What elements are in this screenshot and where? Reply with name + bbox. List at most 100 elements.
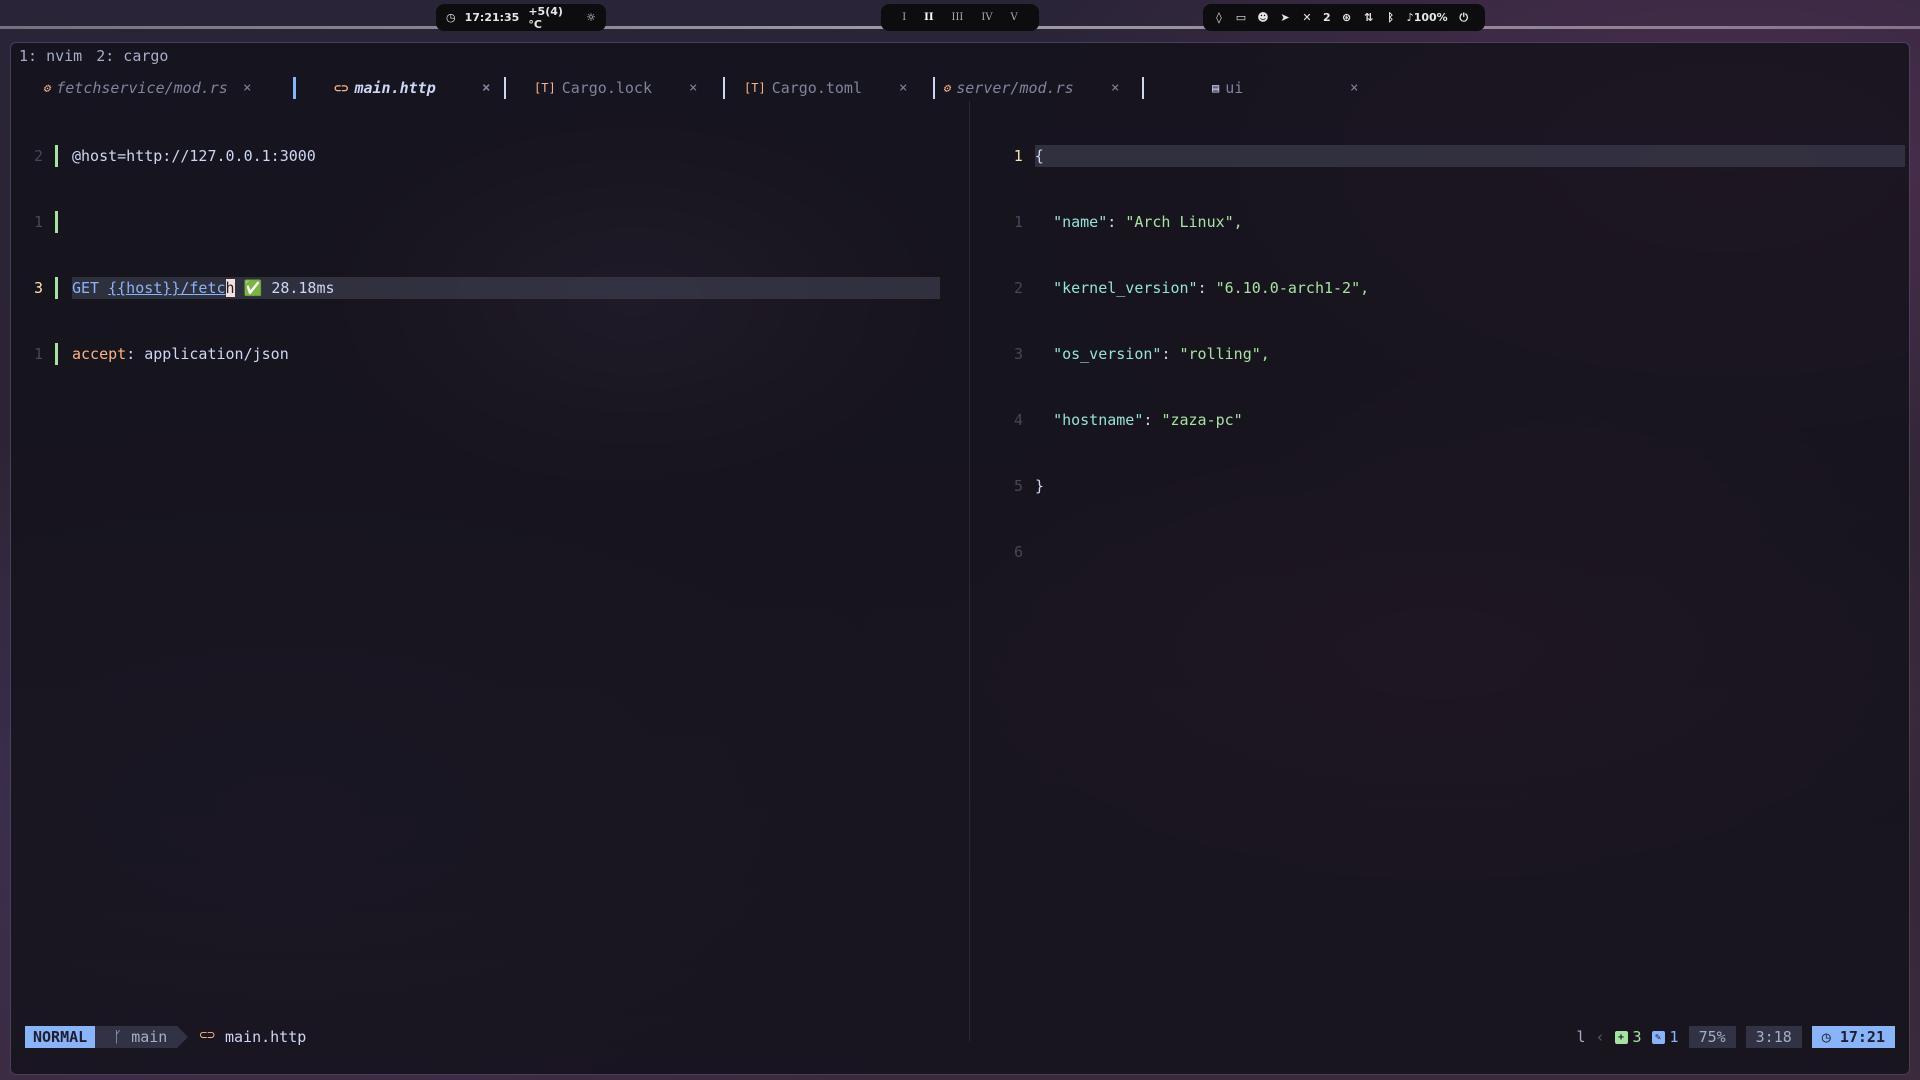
clock-icon: ◷ xyxy=(1821,1028,1840,1046)
json-field: "name": "Arch Linux", xyxy=(1053,213,1243,231)
file-icon: ▤ xyxy=(1212,81,1220,95)
clock-icon: ◷ xyxy=(446,11,456,24)
statusline-clock: ◷ 17:21 xyxy=(1811,1026,1895,1048)
link-icon: ⊂⊃ xyxy=(199,1028,215,1043)
request-line[interactable]: GET {{host}}/fetch ✅ 28.18ms xyxy=(72,277,940,299)
code-line: 2 "kernel_version": "6.10.0-arch1-2", xyxy=(1001,277,1905,299)
json-field: "os_version": "rolling", xyxy=(1053,345,1270,363)
json-open-brace: { xyxy=(1034,145,1905,167)
json-value: "Arch Linux", xyxy=(1125,213,1243,231)
steam-icon[interactable]: ⊛ xyxy=(1341,11,1353,24)
telegram-icon[interactable]: ➤ xyxy=(1279,11,1291,24)
workspace-1[interactable]: I xyxy=(902,12,906,23)
workspace-switcher: I II III IV V xyxy=(881,4,1039,31)
tab-cargo-toml[interactable]: [T] Cargo.toml × xyxy=(744,77,924,99)
volume-icon: ♪ xyxy=(1406,11,1414,24)
code-line-current: 1 { xyxy=(1001,145,1905,167)
drop-icon[interactable]: ◊ xyxy=(1213,11,1225,24)
line-number: 2 xyxy=(1013,279,1023,297)
bell-off-icon[interactable]: ✕ xyxy=(1301,11,1313,24)
json-value: "rolling", xyxy=(1179,345,1270,363)
tab-separator xyxy=(723,77,725,99)
file-name: main.http xyxy=(225,1028,307,1046)
rust-icon: ⚙ xyxy=(943,81,951,95)
pane-divider[interactable] xyxy=(969,101,970,1041)
code-line: 1 accept: application/json xyxy=(21,343,966,365)
text-cursor: h xyxy=(225,279,235,297)
code-line: 1 "name": "Arch Linux", xyxy=(1001,211,1905,233)
tmux-window-cargo[interactable]: 2: cargo xyxy=(96,47,168,65)
tab-label: Cargo.lock xyxy=(561,79,652,97)
tmux-window-nvim[interactable]: 1: nvim xyxy=(19,47,82,65)
json-value: "6.10.0-arch1-2", xyxy=(1215,279,1370,297)
request-template: {{host}} xyxy=(108,279,181,297)
git-gutter-added xyxy=(55,145,58,167)
close-icon[interactable]: × xyxy=(899,80,907,96)
json-field: "hostname": "zaza-pc" xyxy=(1053,411,1243,429)
line-number: 6 xyxy=(1013,543,1023,561)
line-number: 5 xyxy=(1013,477,1023,495)
line-number: 1 xyxy=(33,345,43,363)
git-gutter-added xyxy=(55,277,58,299)
rust-icon: ⚙ xyxy=(43,81,51,95)
line-number: 1 xyxy=(33,213,43,231)
close-icon[interactable]: × xyxy=(1350,80,1358,96)
line-number: 3 xyxy=(33,279,43,297)
tab-cargo-lock[interactable]: [T] Cargo.lock × xyxy=(534,77,714,99)
file-progress: 75% xyxy=(1688,1026,1736,1048)
tab-main-http[interactable]: ⊂⊃ main.http × xyxy=(334,77,514,99)
workspace-4[interactable]: IV xyxy=(981,12,992,23)
plus-square-icon: + xyxy=(1614,1030,1628,1044)
code-line: 5 } xyxy=(1001,475,1905,497)
editor-pane-response[interactable]: 1 { 1 "name": "Arch Linux", 2 "kernel_ve… xyxy=(1001,101,1905,607)
cursor-position: 3:18 xyxy=(1745,1026,1802,1048)
header-key: accept xyxy=(72,345,127,363)
notification-count: 2 xyxy=(1323,11,1331,24)
weather-text: +5(4) °C xyxy=(528,4,563,31)
statusline-right: l ‹ +3 ✎ 1 75% 3:18 ◷ 17:21 xyxy=(1576,1026,1895,1048)
line-number: 4 xyxy=(1013,411,1023,429)
volume-text: 100% xyxy=(1413,11,1448,24)
current-file: ⊂⊃ main.http xyxy=(199,1028,306,1046)
system-tray: ◊ ▭ ☻ ➤ ✕ 2 ⊛ ⇅ ᛒ ♪100% ⏻ xyxy=(1203,4,1485,31)
discord-icon[interactable]: ☻ xyxy=(1257,11,1269,24)
close-icon[interactable]: × xyxy=(243,80,251,96)
volume-module[interactable]: ♪100% xyxy=(1407,11,1448,24)
workspace-5[interactable]: V xyxy=(1011,12,1018,23)
bluetooth-icon[interactable]: ᛒ xyxy=(1385,11,1397,24)
workspace-3[interactable]: III xyxy=(952,12,964,23)
statusline: NORMAL ᚴ main ⊂⊃ main.http l ‹ +3 ✎ 1 75% … xyxy=(25,1025,1895,1049)
tab-separator xyxy=(293,77,296,99)
close-icon[interactable]: × xyxy=(482,80,490,96)
json-key: "kernel_version" xyxy=(1053,279,1198,297)
monitor-icon[interactable]: ▭ xyxy=(1235,11,1247,24)
tab-fetchservice-mod[interactable]: ⚙ fetchservice/mod.rs × xyxy=(43,77,263,99)
editor-pane-http[interactable]: 2 @host=http://127.0.0.1:3000 1 3 GET {{… xyxy=(21,101,966,409)
branch-icon: ᚴ xyxy=(113,1028,132,1046)
json-key: "os_version" xyxy=(1053,345,1162,363)
code-line: 2 @host=http://127.0.0.1:3000 xyxy=(21,145,966,167)
power-icon[interactable]: ⏻ xyxy=(1458,11,1470,24)
workspace-2[interactable]: II xyxy=(924,12,933,23)
network-icon[interactable]: ⇅ xyxy=(1363,11,1375,24)
tab-ui[interactable]: ▤ ui × xyxy=(1212,77,1362,99)
json-close-brace: } xyxy=(1035,477,1045,495)
clock-module[interactable]: ◷ 17:21:35 +5(4) °C ☼ xyxy=(436,4,606,31)
close-icon[interactable]: × xyxy=(689,80,697,96)
request-status-icon: ✅ xyxy=(243,279,263,297)
toml-icon: [T] xyxy=(744,81,766,95)
terminal-window[interactable]: 1: nvim 2: cargo ⚙ fetchservice/mod.rs ×… xyxy=(10,42,1910,1075)
git-branch: ᚴ main xyxy=(95,1026,189,1048)
json-value: "zaza-pc" xyxy=(1161,411,1243,429)
buffer-tabline: ⚙ fetchservice/mod.rs × ⊂⊃ main.http × [… xyxy=(29,77,1909,99)
git-gutter-added xyxy=(55,211,58,233)
request-time: 28.18ms xyxy=(271,279,335,297)
code-line-current: 3 GET {{host}}/fetch ✅ 28.18ms xyxy=(21,277,966,299)
tab-separator xyxy=(1142,77,1144,99)
request-method: GET xyxy=(72,279,100,297)
tab-server-mod[interactable]: ⚙ server/mod.rs × xyxy=(943,77,1123,99)
close-icon[interactable]: × xyxy=(1111,80,1119,96)
tab-label: server/mod.rs xyxy=(956,79,1074,97)
mode-indicator: NORMAL xyxy=(25,1026,107,1048)
tab-separator xyxy=(933,77,935,99)
